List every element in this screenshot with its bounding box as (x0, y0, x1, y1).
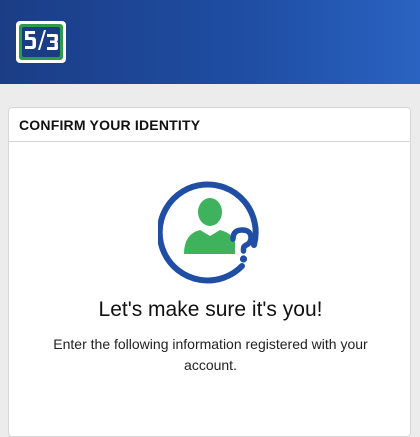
logo-mark-icon (16, 21, 66, 63)
top-header-bar (0, 0, 420, 84)
card-title: CONFIRM YOUR IDENTITY (19, 116, 201, 133)
headline: Let's make sure it's you! (98, 298, 323, 321)
confirm-identity-card: CONFIRM YOUR IDENTITY Let's make sure it… (8, 107, 411, 437)
card-header: CONFIRM YOUR IDENTITY (9, 108, 410, 142)
fifth-third-logo[interactable] (15, 20, 67, 64)
user-question-icon (156, 176, 268, 286)
instruction-text: Enter the following information register… (53, 336, 368, 373)
